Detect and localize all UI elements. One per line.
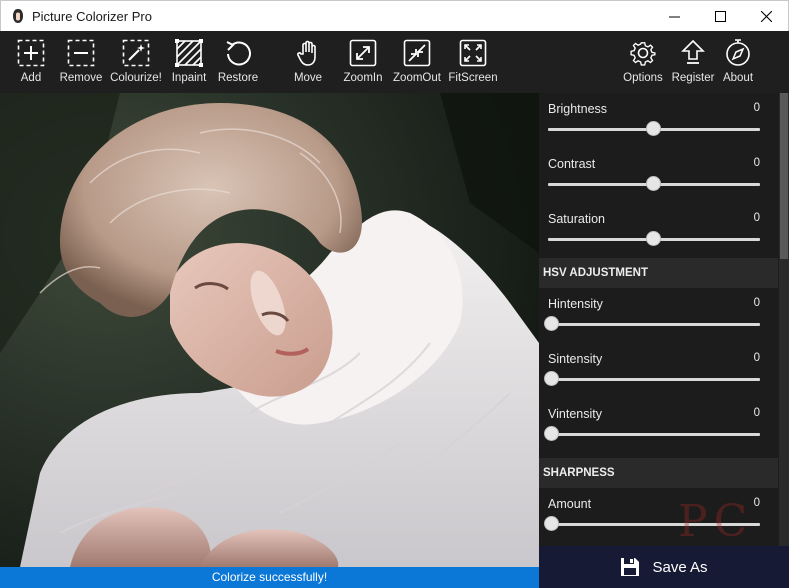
vintensity-value: 0: [753, 407, 760, 419]
options-button[interactable]: Options: [623, 31, 663, 93]
floppy-disk-icon: [621, 558, 640, 576]
brightness-slider-handle[interactable]: [646, 121, 661, 136]
save-as-button[interactable]: Save As: [539, 546, 789, 588]
sintensity-label: Sintensity: [548, 352, 603, 366]
zoom-out-label: ZoomOut: [393, 72, 441, 84]
register-label: Register: [671, 72, 715, 84]
vintensity-track[interactable]: [548, 433, 760, 436]
restore-button[interactable]: Restore: [218, 31, 258, 93]
saturation-slider-handle[interactable]: [646, 231, 661, 246]
brightness-label: Brightness: [548, 102, 608, 116]
amount-slider-handle[interactable]: [544, 516, 559, 531]
remove-button[interactable]: Remove: [58, 31, 104, 93]
hintensity-value: 0: [753, 297, 760, 309]
minimize-icon: [668, 16, 680, 18]
restore-label: Restore: [217, 72, 259, 84]
toolbar: Add Remove Colourize! Inpaint Restore Mo…: [0, 31, 789, 93]
close-icon: [760, 11, 772, 22]
colourize-label: Colourize!: [110, 72, 162, 84]
sintensity-slider-handle[interactable]: [544, 371, 559, 386]
sintensity-value: 0: [753, 352, 760, 364]
register-button[interactable]: Register: [672, 31, 714, 93]
status-message: Colorize successfully!: [211, 570, 328, 584]
add-icon: [17, 39, 45, 67]
hand-icon: [297, 40, 316, 66]
gear-icon: [630, 42, 656, 66]
vintensity-slider-handle[interactable]: [544, 426, 559, 441]
inpaint-icon: [175, 39, 203, 67]
remove-icon: [67, 39, 95, 67]
sintensity-track[interactable]: [548, 378, 760, 381]
adjustment-panel: Brightness 0 Contrast 0 Saturation 0 HSV…: [539, 93, 789, 546]
add-button[interactable]: Add: [13, 31, 49, 93]
panel-scrollbar[interactable]: [779, 93, 789, 546]
saturation-value: 0: [753, 212, 760, 224]
colourize-button[interactable]: Colourize!: [110, 31, 162, 93]
contrast-slider-row: Contrast 0: [539, 148, 778, 203]
panel-scrollbar-thumb[interactable]: [780, 93, 788, 259]
save-as-label: Save As: [652, 558, 708, 576]
image-canvas[interactable]: [0, 93, 539, 567]
zoom-out-icon: [403, 39, 431, 67]
status-bar: Colorize successfully!: [0, 567, 539, 588]
sintensity-slider-row: Sintensity 0: [539, 343, 778, 398]
saturation-label: Saturation: [548, 212, 605, 226]
hsv-section-header[interactable]: HSV ADJUSTMENT: [539, 258, 778, 288]
restore-icon: [226, 41, 251, 66]
fit-screen-button[interactable]: FitScreen: [448, 31, 498, 93]
inpaint-label: Inpaint: [171, 72, 207, 84]
watermark-logo: PC: [678, 496, 754, 547]
saturation-slider-row: Saturation 0: [539, 203, 778, 258]
inpaint-button[interactable]: Inpaint: [168, 31, 210, 93]
amount-label: Amount: [548, 497, 592, 511]
zoom-in-label: ZoomIn: [343, 72, 383, 84]
add-label: Add: [20, 72, 42, 84]
portrait-photo: [0, 93, 539, 567]
move-button[interactable]: Move: [291, 31, 325, 93]
vintensity-label: Vintensity: [548, 407, 602, 421]
fit-screen-icon: [459, 39, 487, 67]
about-button[interactable]: About: [721, 31, 755, 93]
compass-icon: [726, 39, 750, 66]
brightness-value: 0: [753, 102, 760, 114]
brightness-slider-row: Brightness 0: [539, 93, 778, 148]
zoom-in-button[interactable]: ZoomIn: [342, 31, 384, 93]
hintensity-slider-handle[interactable]: [544, 316, 559, 331]
about-label: About: [722, 72, 754, 84]
move-label: Move: [293, 72, 323, 84]
hintensity-label: Hintensity: [548, 297, 603, 311]
options-label: Options: [623, 72, 663, 84]
zoom-in-icon: [349, 39, 377, 67]
title-bar: Picture Colorizer Pro: [0, 0, 789, 31]
minimize-button[interactable]: [651, 1, 697, 32]
vintensity-slider-row: Vintensity 0: [539, 398, 778, 453]
close-button[interactable]: [743, 1, 789, 32]
maximize-icon: [714, 11, 726, 22]
magic-wand-icon: [122, 39, 150, 67]
fit-screen-label: FitScreen: [448, 72, 498, 84]
hintensity-slider-row: Hintensity 0: [539, 288, 778, 343]
sharpness-section-header[interactable]: SHARPNESS: [539, 458, 778, 488]
upload-arrow-icon: [681, 39, 705, 64]
window-title: Picture Colorizer Pro: [32, 9, 152, 24]
hintensity-track[interactable]: [548, 323, 760, 326]
zoom-out-button[interactable]: ZoomOut: [393, 31, 441, 93]
maximize-button[interactable]: [697, 1, 743, 32]
remove-label: Remove: [59, 72, 103, 84]
amount-value: 0: [753, 497, 760, 509]
app-logo-icon: [13, 9, 23, 23]
contrast-value: 0: [753, 157, 760, 169]
contrast-label: Contrast: [548, 157, 596, 171]
contrast-slider-handle[interactable]: [646, 176, 661, 191]
